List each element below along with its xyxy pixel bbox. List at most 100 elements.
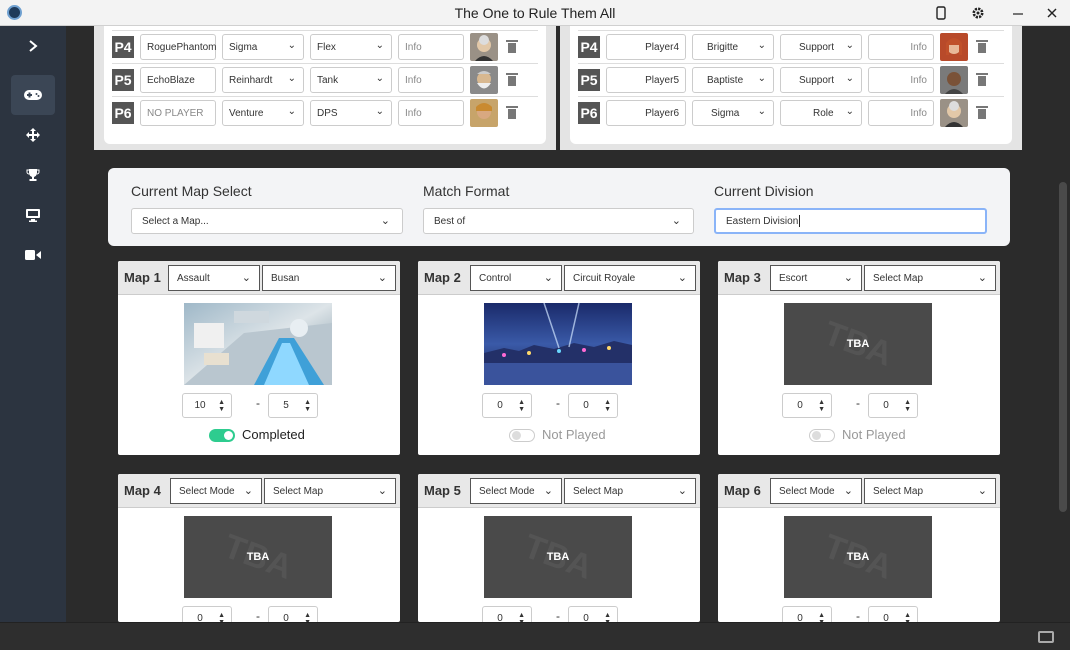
map-select[interactable]: Select Map ⌄: [264, 478, 396, 504]
mode-select[interactable]: Assault ⌄: [168, 265, 260, 291]
map-select[interactable]: Select Map ⌄: [564, 478, 696, 504]
hero-select[interactable]: Reinhardt ⌄: [222, 67, 304, 93]
spinner-arrows-icon[interactable]: ▲▼: [304, 399, 311, 413]
scrollbar-thumb[interactable]: [1059, 182, 1067, 512]
info-input[interactable]: Info: [398, 100, 464, 126]
mode-select[interactable]: Select Mode ⌄: [170, 478, 262, 504]
info-input[interactable]: Info: [398, 67, 464, 93]
info-input[interactable]: Info: [868, 100, 934, 126]
player-name-input[interactable]: Player6: [606, 100, 686, 126]
map-select[interactable]: Busan ⌄: [262, 265, 396, 291]
player-name-input[interactable]: RoguePhantom: [140, 34, 217, 60]
spinner-arrows-icon[interactable]: ▲▼: [604, 612, 611, 622]
mode-select[interactable]: Select Mode ⌄: [470, 478, 562, 504]
gear-icon[interactable]: [967, 3, 989, 23]
mode-select[interactable]: Select Mode ⌄: [770, 478, 862, 504]
map-select[interactable]: Select Map ⌄: [864, 265, 996, 291]
trash-icon[interactable]: [976, 73, 988, 87]
map-select[interactable]: Select Map ⌄: [864, 478, 996, 504]
map-status-label: Not Played: [842, 427, 906, 442]
map-select-dropdown[interactable]: Select a Map... ⌄: [131, 208, 403, 234]
move-arrows-icon[interactable]: [11, 115, 55, 155]
status-bar: [0, 622, 1070, 650]
chevron-down-icon: ⌄: [243, 485, 253, 497]
team1-score-stepper[interactable]: 10 ▲ ▼: [182, 393, 232, 418]
team2-score-stepper[interactable]: 0▲▼: [568, 393, 618, 418]
player-name-input[interactable]: Player4: [606, 34, 686, 60]
trash-icon[interactable]: [506, 40, 518, 54]
chevron-down-icon: ⌄: [671, 215, 681, 227]
spinner-arrows-icon[interactable]: ▲▼: [518, 399, 525, 413]
completed-toggle[interactable]: [209, 429, 235, 442]
spinner-arrows-icon[interactable]: ▲▼: [218, 399, 225, 413]
mode-select[interactable]: Control ⌄: [470, 265, 562, 291]
info-input[interactable]: Info: [868, 67, 934, 93]
hero-select[interactable]: Baptiste ⌄: [692, 67, 774, 93]
scrollbar[interactable]: [1056, 26, 1070, 622]
player-name-input[interactable]: EchoBlaze: [140, 67, 216, 93]
team2-player-row: P6 Player6 Sigma ⌄ Role ⌄ Info: [578, 98, 988, 128]
trash-icon[interactable]: [506, 106, 518, 120]
role-select[interactable]: Support ⌄: [780, 67, 862, 93]
spinner-arrows-icon[interactable]: ▲▼: [904, 399, 911, 413]
match-format-dropdown[interactable]: Best of ⌄: [423, 208, 694, 234]
role-select[interactable]: Tank ⌄: [310, 67, 392, 93]
team2-score-stepper[interactable]: 5 ▲ ▼: [268, 393, 318, 418]
completed-toggle[interactable]: [809, 429, 835, 442]
role-select[interactable]: DPS ⌄: [310, 100, 392, 126]
division-input[interactable]: Eastern Division: [714, 208, 987, 234]
team1-score-stepper[interactable]: 0▲▼: [482, 606, 532, 622]
team1-score-stepper[interactable]: 0▲▼: [182, 606, 232, 622]
spinner-arrows-icon[interactable]: ▲▼: [818, 399, 825, 413]
role-select[interactable]: Role ⌄: [780, 100, 862, 126]
chevron-down-icon: ⌄: [977, 272, 987, 284]
team1-score-stepper[interactable]: 0▲▼: [782, 606, 832, 622]
team2-score-stepper[interactable]: 0▲▼: [268, 606, 318, 622]
trophy-icon[interactable]: [11, 155, 55, 195]
minimize-button[interactable]: [1007, 3, 1029, 23]
info-input[interactable]: Info: [398, 34, 464, 60]
window-title: The One to Rule Them All: [454, 5, 616, 21]
team1-score-stepper[interactable]: 0▲▼: [782, 393, 832, 418]
chevron-down-icon: ⌄: [843, 485, 853, 497]
team2-score-stepper[interactable]: 0▲▼: [868, 393, 918, 418]
spinner-arrows-icon[interactable]: ▲▼: [304, 612, 311, 622]
map-select[interactable]: Circuit Royale ⌄: [564, 265, 696, 291]
phone-icon[interactable]: [930, 3, 952, 23]
team1-score-stepper[interactable]: 0▲▼: [482, 393, 532, 418]
role-select[interactable]: Support ⌄: [780, 34, 862, 60]
hero-portrait-reinhardt: [470, 66, 498, 94]
hero-select[interactable]: Sigma ⌄: [692, 100, 774, 126]
trash-icon[interactable]: [976, 106, 988, 120]
info-input[interactable]: Info: [868, 34, 934, 60]
spinner-arrows-icon[interactable]: ▲▼: [518, 612, 525, 622]
team2-score-stepper[interactable]: 0▲▼: [868, 606, 918, 622]
score-separator: -: [556, 609, 560, 622]
spinner-arrows-icon[interactable]: ▲▼: [818, 612, 825, 622]
completed-toggle[interactable]: [509, 429, 535, 442]
close-button[interactable]: [1041, 3, 1063, 23]
player-name-input[interactable]: Player5: [606, 67, 686, 93]
chevron-down-icon: ⌄: [375, 106, 384, 117]
trash-icon[interactable]: [976, 40, 988, 54]
player-badge: P5: [578, 69, 600, 91]
hero-select[interactable]: Venture ⌄: [222, 100, 304, 126]
role-select[interactable]: Flex ⌄: [310, 34, 392, 60]
team1-panel: P4 RoguePhantom Sigma ⌄ Flex ⌄ Info P5 Ech…: [94, 26, 556, 150]
hero-select[interactable]: Sigma ⌄: [222, 34, 304, 60]
player-name-input[interactable]: NO PLAYER: [140, 100, 216, 126]
spinner-arrows-icon[interactable]: ▲▼: [604, 399, 611, 413]
video-camera-icon[interactable]: [11, 235, 55, 275]
chevron-down-icon: ⌄: [845, 73, 854, 84]
hero-select[interactable]: Brigitte ⌄: [692, 34, 774, 60]
chevron-right-icon[interactable]: [11, 26, 55, 66]
team2-score-stepper[interactable]: 0▲▼: [568, 606, 618, 622]
gamepad-icon[interactable]: [11, 75, 55, 115]
display-icon[interactable]: [1038, 631, 1054, 643]
spinner-arrows-icon[interactable]: ▲▼: [218, 612, 225, 622]
chevron-down-icon: ⌄: [757, 106, 766, 117]
trash-icon[interactable]: [506, 73, 518, 87]
mode-select[interactable]: Escort ⌄: [770, 265, 862, 291]
spinner-arrows-icon[interactable]: ▲▼: [904, 612, 911, 622]
monitor-icon[interactable]: [11, 195, 55, 235]
